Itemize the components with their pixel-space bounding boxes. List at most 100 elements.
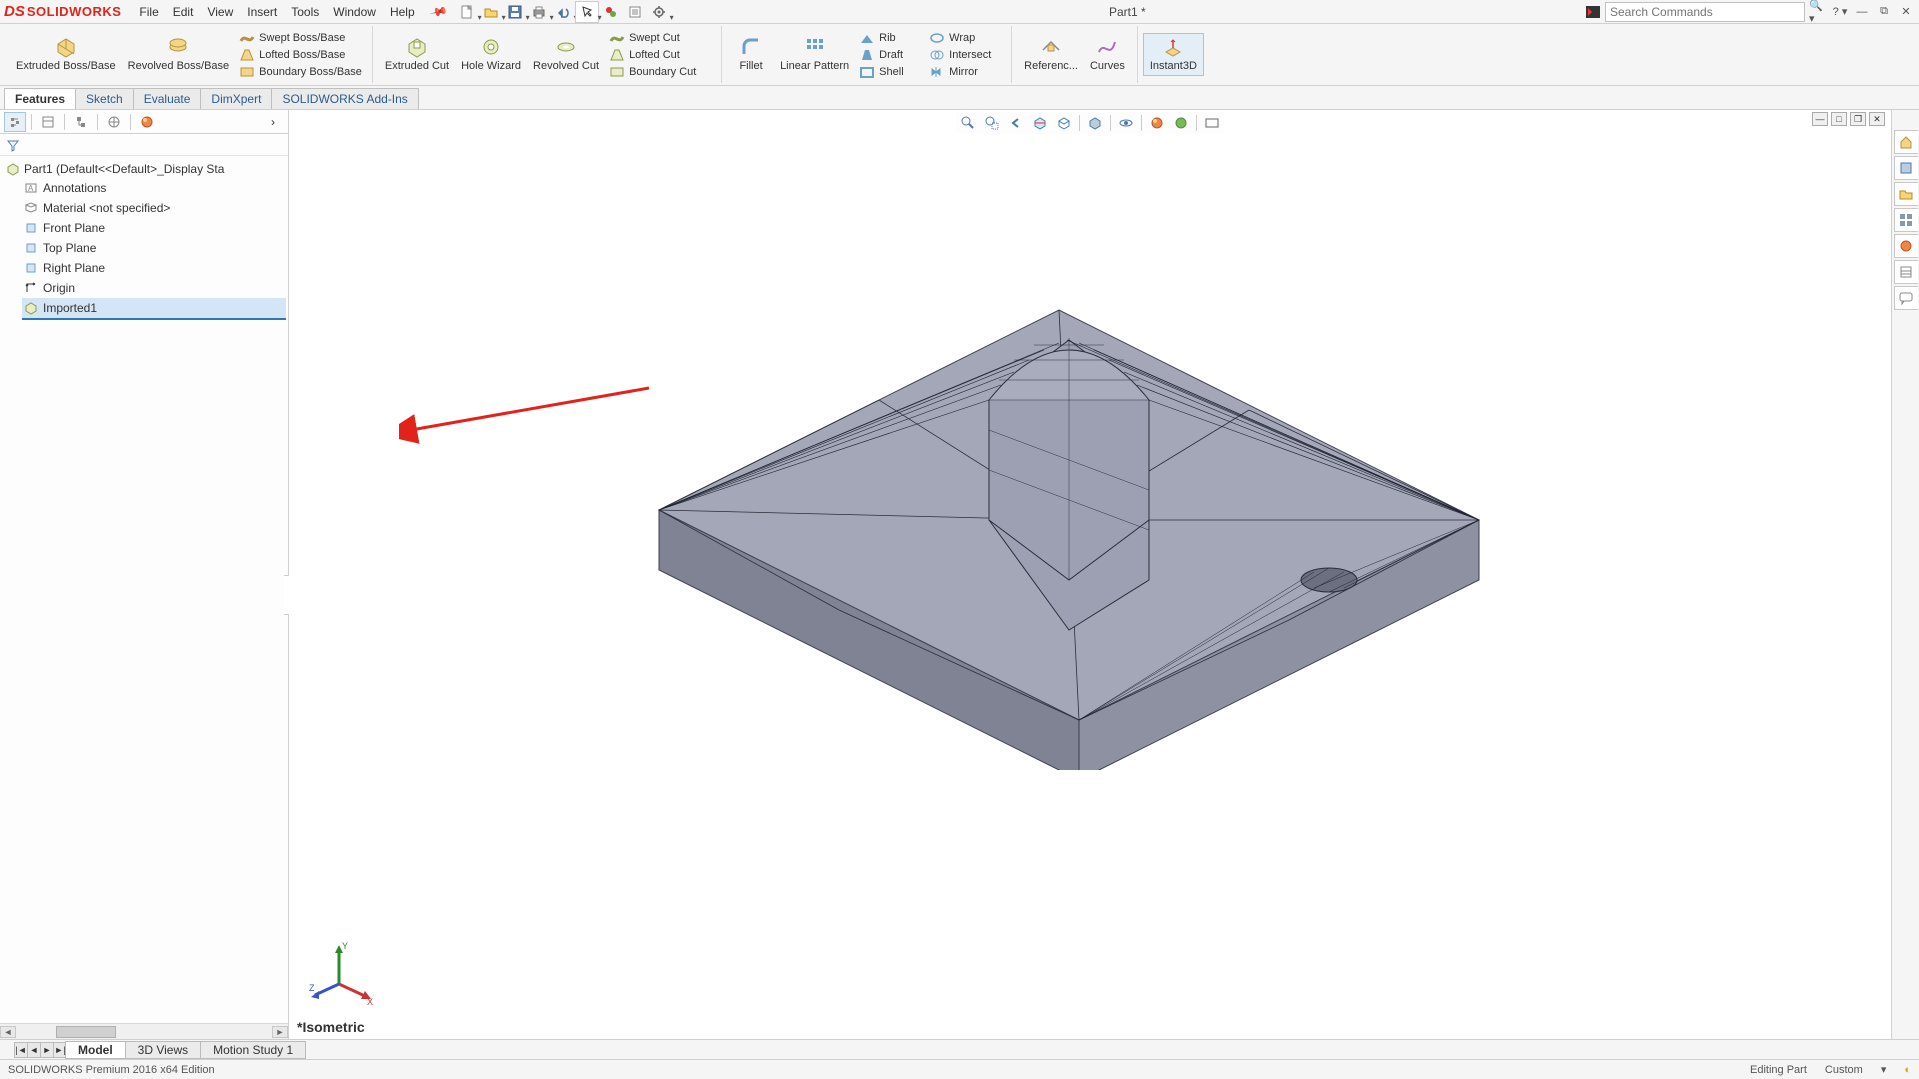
instant3d-button[interactable]: Instant3D (1144, 34, 1203, 74)
tab-sketch[interactable]: Sketch (75, 88, 134, 109)
property-manager-tab[interactable] (37, 112, 59, 132)
taskpane-home[interactable] (1894, 130, 1918, 154)
search-magnifier-icon[interactable]: 🔍▾ (1809, 4, 1827, 20)
taskpane-appearances[interactable] (1894, 234, 1918, 258)
new-doc-button[interactable] (456, 2, 478, 22)
vp-min[interactable]: — (1812, 112, 1828, 126)
close-button[interactable]: ✕ (1897, 4, 1915, 20)
extruded-boss-button[interactable]: Extruded Boss/Base (10, 34, 122, 74)
bottom-tab-model[interactable]: Model (65, 1041, 126, 1059)
menu-tools[interactable]: Tools (285, 3, 325, 21)
reference-geometry-button[interactable]: Referenc... (1018, 34, 1084, 74)
options-button[interactable] (648, 2, 670, 22)
curves-button[interactable]: Curves (1084, 34, 1131, 74)
apply-scene-button[interactable] (1170, 113, 1192, 133)
draft-button[interactable]: Draft (855, 47, 925, 63)
tree-origin[interactable]: Origin (22, 278, 286, 298)
menu-help[interactable]: Help (384, 3, 421, 21)
tree-imported1[interactable]: Imported1 (22, 298, 286, 320)
status-alert-icon[interactable]: ◐ (1904, 1064, 1911, 1076)
zoom-fit-button[interactable] (957, 113, 979, 133)
mirror-button[interactable]: Mirror (925, 64, 1005, 80)
revolved-cut-button[interactable]: Revolved Cut (527, 34, 605, 74)
undo-button[interactable] (552, 2, 574, 22)
graphics-viewport[interactable]: — □ ❐ ✕ (289, 110, 1891, 1039)
boundary-cut-button[interactable]: Boundary Cut (605, 64, 715, 80)
tree-filter-row[interactable] (0, 134, 288, 156)
tab-addins[interactable]: SOLIDWORKS Add-Ins (271, 88, 418, 109)
print-button[interactable] (528, 2, 550, 22)
zoom-area-button[interactable] (981, 113, 1003, 133)
extruded-cut-button[interactable]: Extruded Cut (379, 34, 455, 74)
taskpane-file-explorer[interactable] (1894, 182, 1918, 206)
lofted-cut-button[interactable]: Lofted Cut (605, 47, 715, 63)
view-settings-button[interactable] (1201, 113, 1223, 133)
tree-front-plane[interactable]: Front Plane (22, 218, 286, 238)
tree-right-plane[interactable]: Right Plane (22, 258, 286, 278)
vp-restore[interactable]: ❐ (1850, 112, 1866, 126)
hole-wizard-button[interactable]: Hole Wizard (455, 34, 527, 74)
select-button[interactable] (576, 2, 598, 22)
config-manager-tab[interactable] (70, 112, 92, 132)
swept-cut-button[interactable]: Swept Cut (605, 30, 715, 46)
vp-max[interactable]: □ (1831, 112, 1847, 126)
tree-top-plane[interactable]: Top Plane (22, 238, 286, 258)
taskpane-custom-props[interactable] (1894, 260, 1918, 284)
main-body: › Part1 (Default<<Default>_Display Sta A… (0, 110, 1919, 1039)
linear-pattern-button[interactable]: Linear Pattern (774, 34, 855, 74)
tree-root-part[interactable]: Part1 (Default<<Default>_Display Sta (6, 160, 286, 178)
previous-view-button[interactable] (1005, 113, 1027, 133)
edit-appearance-button[interactable] (1146, 113, 1168, 133)
orientation-triad[interactable]: Y X Z (309, 939, 379, 1009)
intersect-button[interactable]: Intersect (925, 47, 1005, 63)
hide-show-button[interactable] (1115, 113, 1137, 133)
lofted-boss-button[interactable]: Lofted Boss/Base (235, 47, 366, 63)
wrap-button[interactable]: Wrap (925, 30, 1005, 46)
bottom-tab-3dviews[interactable]: 3D Views (125, 1041, 201, 1059)
tab-evaluate[interactable]: Evaluate (133, 88, 202, 109)
tree-hscroll[interactable]: ◄► (0, 1023, 288, 1039)
rib-button[interactable]: Rib (855, 30, 925, 46)
command-manager-tabs: Features Sketch Evaluate DimXpert SOLIDW… (0, 86, 1919, 110)
status-units[interactable]: Custom (1825, 1064, 1863, 1076)
search-commands[interactable] (1605, 2, 1805, 22)
display-manager-tab[interactable] (136, 112, 158, 132)
restore-button[interactable]: ⧉ (1875, 4, 1893, 20)
tree-material[interactable]: Material <not specified> (22, 198, 286, 218)
view-orientation-button[interactable] (1053, 113, 1075, 133)
bottom-tab-nav[interactable]: |◄◄►►| (14, 1042, 66, 1058)
taskpane-view-palette[interactable] (1894, 208, 1918, 232)
file-properties-button[interactable] (624, 2, 646, 22)
swept-boss-button[interactable]: Swept Boss/Base (235, 30, 366, 46)
bottom-tab-motion[interactable]: Motion Study 1 (200, 1041, 306, 1059)
pin-icon[interactable]: 📌 (428, 2, 448, 22)
search-input[interactable] (1610, 5, 1800, 19)
menu-view[interactable]: View (201, 3, 239, 21)
open-doc-button[interactable] (480, 2, 502, 22)
tab-dimxpert[interactable]: DimXpert (200, 88, 272, 109)
tree-annotations[interactable]: AAnnotations (22, 178, 286, 198)
display-style-button[interactable] (1084, 113, 1106, 133)
dimxpert-manager-tab[interactable] (103, 112, 125, 132)
menu-edit[interactable]: Edit (167, 3, 200, 21)
expand-arrow[interactable]: › (262, 112, 284, 132)
help-button[interactable]: ? ▾ (1831, 4, 1849, 20)
feature-tree-tab[interactable] (4, 112, 26, 132)
section-view-button[interactable] (1029, 113, 1051, 133)
menu-insert[interactable]: Insert (241, 3, 283, 21)
boundary-boss-button[interactable]: Boundary Boss/Base (235, 64, 366, 80)
minimize-button[interactable]: — (1853, 4, 1871, 20)
status-flag-icon[interactable]: ▾ (1881, 1063, 1887, 1076)
menu-file[interactable]: File (133, 3, 164, 21)
rebuild-button[interactable] (600, 2, 622, 22)
vp-close[interactable]: ✕ (1869, 112, 1885, 126)
tab-features[interactable]: Features (4, 88, 76, 109)
menu-window[interactable]: Window (327, 3, 382, 21)
revolved-boss-button[interactable]: Revolved Boss/Base (122, 34, 236, 74)
taskpane-forum[interactable] (1894, 286, 1918, 310)
fillet-button[interactable]: Fillet (728, 34, 774, 74)
fillet-icon (740, 36, 762, 58)
save-button[interactable] (504, 2, 526, 22)
taskpane-design-library[interactable] (1894, 156, 1918, 180)
shell-button[interactable]: Shell (855, 64, 925, 80)
